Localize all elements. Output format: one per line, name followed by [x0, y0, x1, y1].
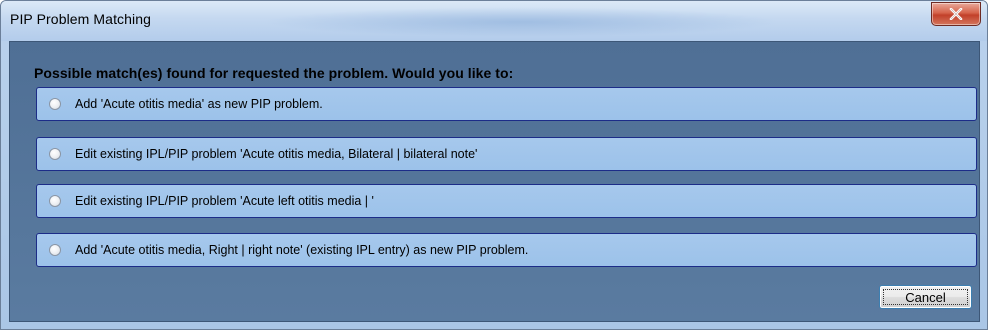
close-button[interactable]: [931, 2, 981, 26]
cancel-button-label: Cancel: [905, 289, 946, 305]
radio-button[interactable]: [49, 148, 61, 160]
title-bar[interactable]: PIP Problem Matching: [1, 1, 987, 41]
option-label: Edit existing IPL/PIP problem 'Acute lef…: [75, 194, 374, 208]
option-label: Edit existing IPL/PIP problem 'Acute oti…: [75, 147, 478, 161]
dialog-body: [9, 41, 980, 322]
option-edit-left-problem[interactable]: Edit existing IPL/PIP problem 'Acute lef…: [36, 184, 977, 218]
option-add-right-problem[interactable]: Add 'Acute otitis media, Right | right n…: [36, 233, 977, 267]
radio-button[interactable]: [49, 195, 61, 207]
cancel-button[interactable]: Cancel: [879, 285, 972, 309]
dialog-window: PIP Problem Matching Possible match(es) …: [0, 0, 988, 330]
title-bar-glow: [261, 7, 781, 37]
close-icon: [949, 8, 963, 20]
window-title: PIP Problem Matching: [10, 11, 152, 27]
option-label: Add 'Acute otitis media' as new PIP prob…: [75, 97, 323, 111]
option-add-new-problem[interactable]: Add 'Acute otitis media' as new PIP prob…: [36, 87, 977, 121]
radio-button[interactable]: [49, 98, 61, 110]
radio-button[interactable]: [49, 244, 61, 256]
option-edit-bilateral-problem[interactable]: Edit existing IPL/PIP problem 'Acute oti…: [36, 137, 977, 171]
option-label: Add 'Acute otitis media, Right | right n…: [75, 243, 529, 257]
prompt-text: Possible match(es) found for requested t…: [34, 65, 514, 81]
